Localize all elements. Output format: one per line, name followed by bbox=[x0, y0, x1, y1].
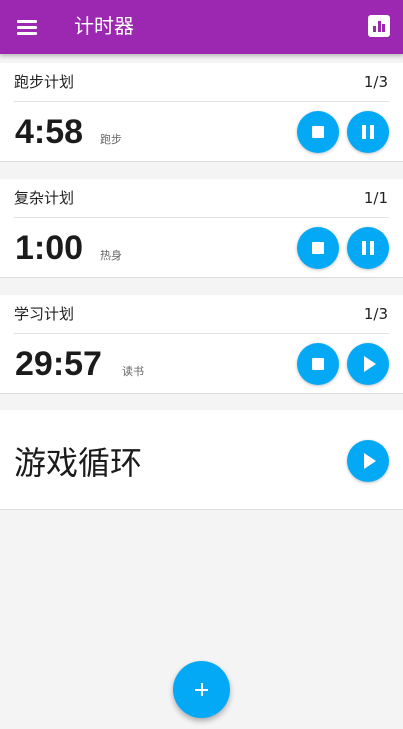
play-icon bbox=[364, 453, 376, 469]
add-button[interactable] bbox=[173, 661, 230, 718]
play-button[interactable] bbox=[347, 440, 389, 482]
pause-button[interactable] bbox=[347, 227, 389, 269]
timer-title: 跑步计划 bbox=[14, 73, 75, 91]
app-bar: 计时器 bbox=[0, 0, 403, 54]
stop-icon bbox=[312, 358, 324, 370]
menu-icon[interactable] bbox=[15, 15, 39, 39]
stop-button[interactable] bbox=[297, 227, 339, 269]
bar-chart-icon[interactable] bbox=[368, 15, 390, 37]
pause-button[interactable] bbox=[347, 111, 389, 153]
loop-card[interactable]: 游戏循环 bbox=[0, 410, 403, 510]
stop-button[interactable] bbox=[297, 343, 339, 385]
timer-time: 29:57 bbox=[15, 345, 102, 383]
divider bbox=[14, 333, 389, 334]
timer-step-label: 热身 bbox=[100, 249, 122, 262]
timer-progress: 1/3 bbox=[363, 305, 388, 323]
timer-progress: 1/3 bbox=[363, 73, 388, 91]
timer-title: 学习计划 bbox=[14, 305, 75, 323]
loop-title: 游戏循环 bbox=[14, 444, 143, 482]
timer-card[interactable]: 复杂计划 1/1 1:00 热身 bbox=[0, 179, 403, 278]
stop-icon bbox=[312, 126, 324, 138]
timer-progress: 1/1 bbox=[363, 189, 388, 207]
timer-step-label: 读书 bbox=[122, 365, 144, 378]
timer-time: 1:00 bbox=[15, 229, 84, 267]
play-icon bbox=[364, 356, 376, 372]
timer-step-label: 跑步 bbox=[100, 133, 122, 146]
divider bbox=[14, 101, 389, 102]
divider bbox=[14, 217, 389, 218]
timer-time: 4:58 bbox=[15, 113, 84, 151]
stop-button[interactable] bbox=[297, 111, 339, 153]
play-button[interactable] bbox=[347, 343, 389, 385]
timer-title: 复杂计划 bbox=[14, 189, 75, 207]
timer-card[interactable]: 跑步计划 1/3 4:58 跑步 bbox=[0, 63, 403, 162]
page-title: 计时器 bbox=[74, 14, 134, 38]
timer-card[interactable]: 学习计划 1/3 29:57 读书 bbox=[0, 295, 403, 394]
stop-icon bbox=[312, 242, 324, 254]
